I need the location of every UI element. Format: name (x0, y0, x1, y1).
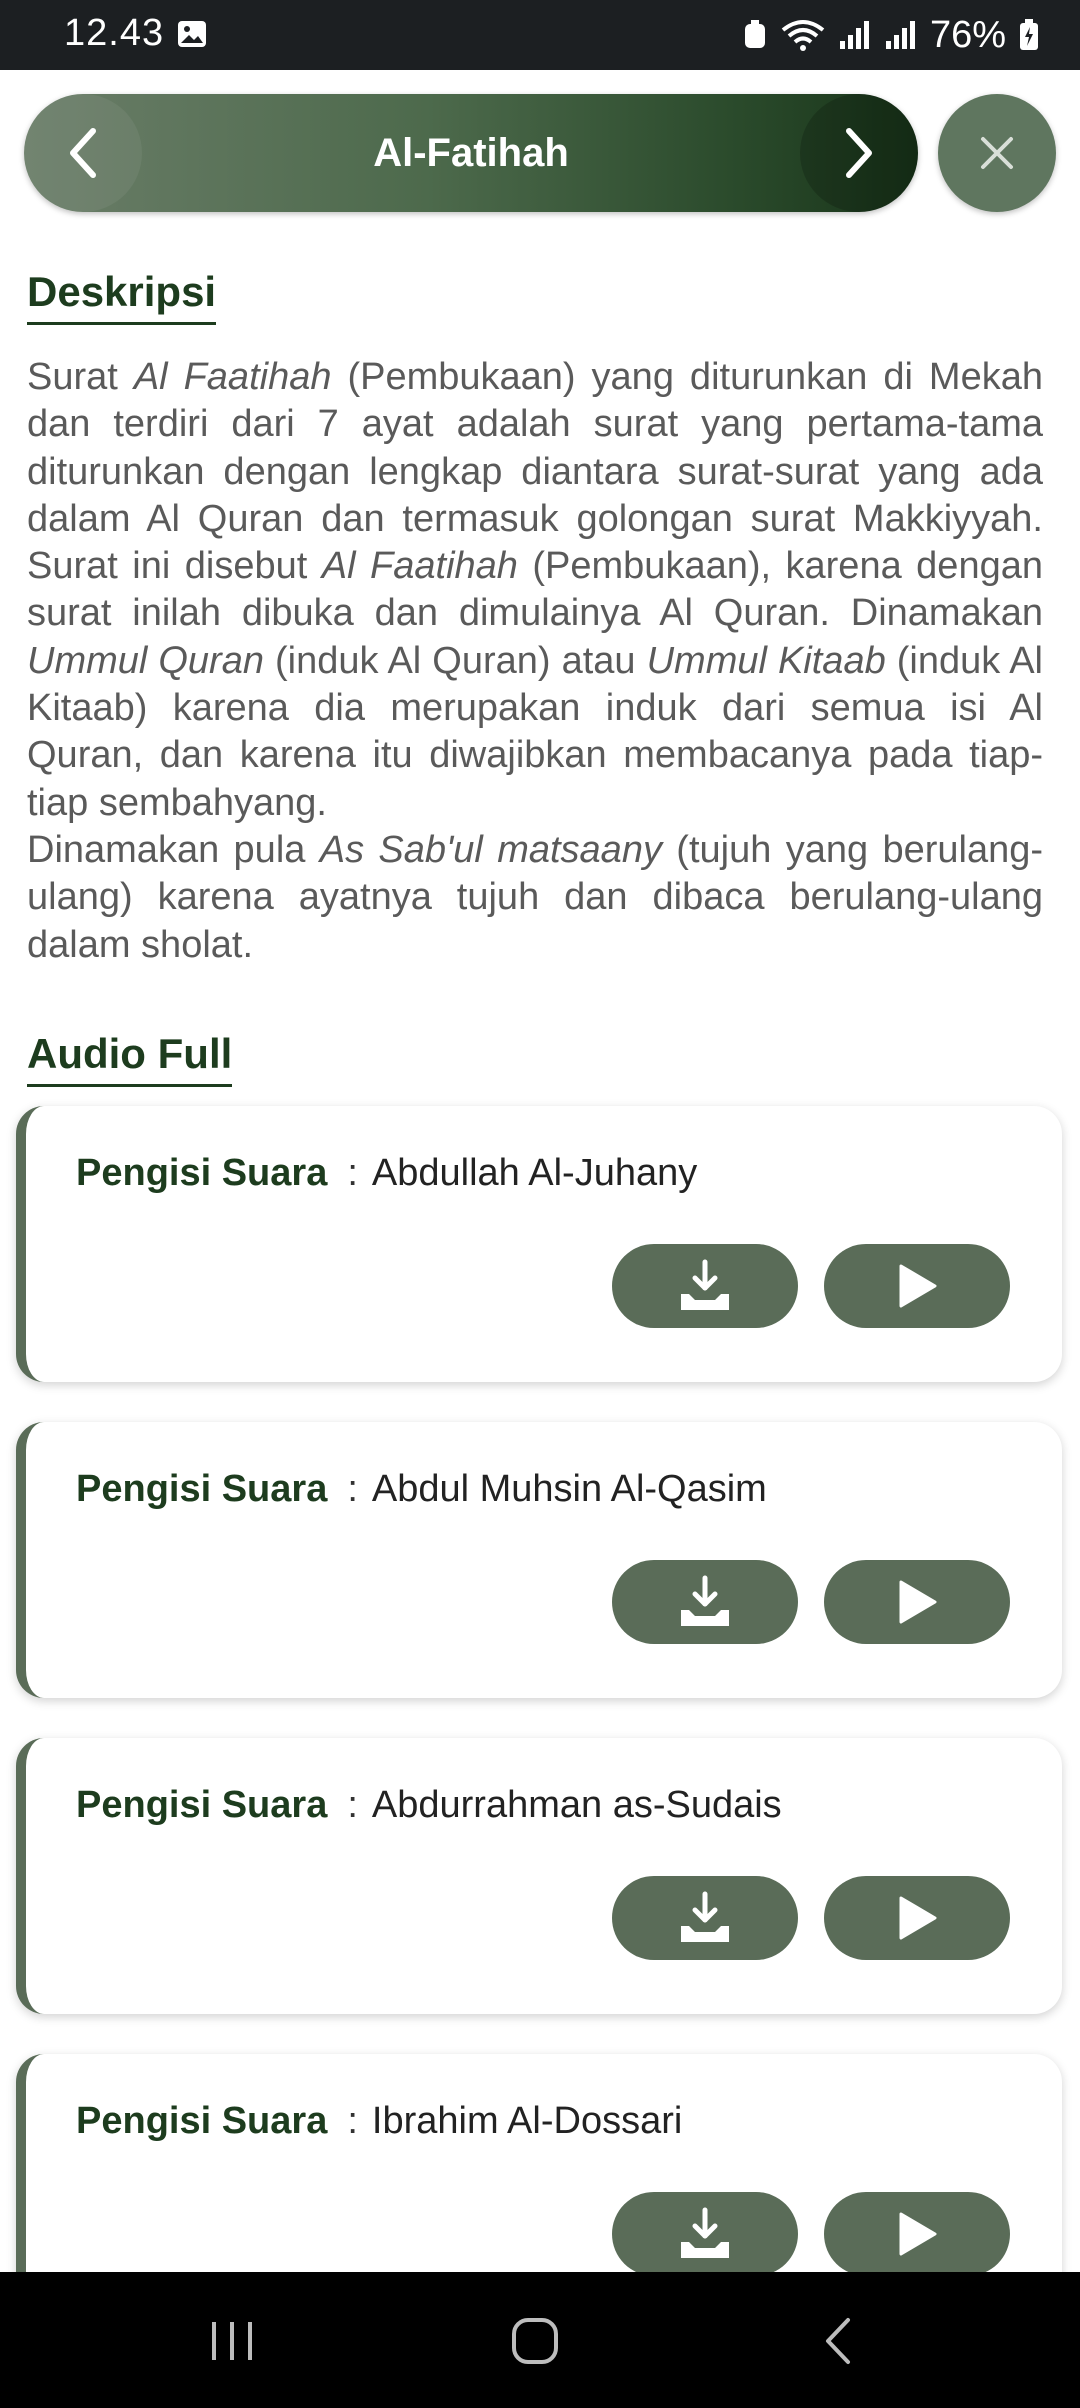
close-icon (981, 137, 1013, 169)
reciter-label: Pengisi Suara (76, 1152, 328, 1194)
status-time: 12.43 (64, 12, 165, 54)
reciter-name: Abdurrahman as-Sudais (371, 1784, 782, 1826)
play-button[interactable] (824, 2192, 1010, 2276)
italic-text: As Sab'ul matsaany (319, 828, 662, 871)
play-button[interactable] (824, 1876, 1010, 1960)
download-button[interactable] (612, 2192, 798, 2276)
italic-text: Ummul Kitaab (646, 639, 886, 682)
download-button[interactable] (612, 1560, 798, 1644)
reciter-label: Pengisi Suara (76, 1468, 328, 1510)
reciter-name: Ibrahim Al-Dossari (371, 2100, 683, 2142)
text-segment: Surat (27, 356, 134, 398)
signal-icon (839, 21, 869, 49)
chevron-left-icon (70, 128, 96, 178)
recents-icon[interactable] (206, 2316, 258, 2366)
download-icon (681, 2207, 729, 2258)
back-icon[interactable] (818, 2316, 858, 2366)
download-icon (681, 1259, 729, 1310)
italic-text: Ummul Quran (27, 639, 264, 682)
text-segment: (induk Al Quran) atau (263, 639, 647, 682)
separator: : (347, 1468, 358, 1510)
audio-card: Pengisi Suara: Abdullah Al-Juhany (16, 1106, 1062, 1382)
download-icon (681, 1575, 729, 1626)
italic-text: Al Faatihah (133, 356, 332, 398)
battery-icon (1020, 19, 1038, 50)
reciter-line: Pengisi Suara: Abdul Muhsin Al-Qasim (76, 1468, 767, 1511)
chevron-right-icon (846, 128, 872, 178)
description-paragraph: Surat Al Faatihah (Pembukaan) yang ditur… (27, 354, 1043, 827)
alarm-icon (744, 20, 765, 48)
reciter-line: Pengisi Suara: Abdurrahman as-Sudais (76, 1784, 782, 1827)
audio-section-title: Audio Full (27, 1030, 233, 1087)
previous-surah-button[interactable] (24, 94, 142, 212)
play-icon (899, 2212, 937, 2256)
reciter-label: Pengisi Suara (76, 1784, 328, 1826)
download-button[interactable] (612, 1876, 798, 1960)
audio-card: Pengisi Suara: Abdurrahman as-Sudais (16, 1738, 1062, 2014)
battery-percentage: 76% (929, 13, 1006, 56)
text-segment: Dinamakan pula (27, 828, 320, 871)
image-icon (178, 21, 206, 47)
reciter-label: Pengisi Suara (76, 2100, 328, 2142)
reciter-name: Abdul Muhsin Al-Qasim (371, 1468, 767, 1510)
surah-header: Al-Fatihah (24, 94, 918, 212)
separator: : (347, 1784, 358, 1826)
next-surah-button[interactable] (800, 94, 918, 212)
reciter-line: Pengisi Suara: Abdullah Al-Juhany (76, 1152, 697, 1195)
system-navigation-bar (0, 2272, 1080, 2408)
download-icon (681, 1891, 729, 1942)
audio-card: Pengisi Suara: Abdul Muhsin Al-Qasim (16, 1422, 1062, 1698)
close-button[interactable] (938, 94, 1056, 212)
play-icon (899, 1264, 937, 1308)
description-paragraph: Dinamakan pula As Sab'ul matsaany (tujuh… (27, 827, 1043, 969)
wifi-icon (781, 20, 825, 51)
play-button[interactable] (824, 1560, 1010, 1644)
description-text: Surat Al Faatihah (Pembukaan) yang ditur… (27, 354, 1043, 969)
signal-icon (885, 21, 915, 49)
home-icon[interactable] (510, 2316, 560, 2366)
play-button[interactable] (824, 1244, 1010, 1328)
page-title: Al-Fatihah (373, 131, 569, 175)
status-bar: 12.43 76% (0, 0, 1080, 70)
play-icon (899, 1896, 937, 1940)
play-icon (899, 1580, 937, 1624)
italic-text: Al Faatihah (321, 545, 518, 588)
separator: : (347, 1152, 358, 1194)
separator: : (347, 2100, 358, 2142)
description-title: Deskripsi (27, 268, 217, 325)
download-button[interactable] (612, 1244, 798, 1328)
reciter-line: Pengisi Suara: Ibrahim Al-Dossari (76, 2100, 682, 2143)
reciter-name: Abdullah Al-Juhany (371, 1152, 698, 1194)
